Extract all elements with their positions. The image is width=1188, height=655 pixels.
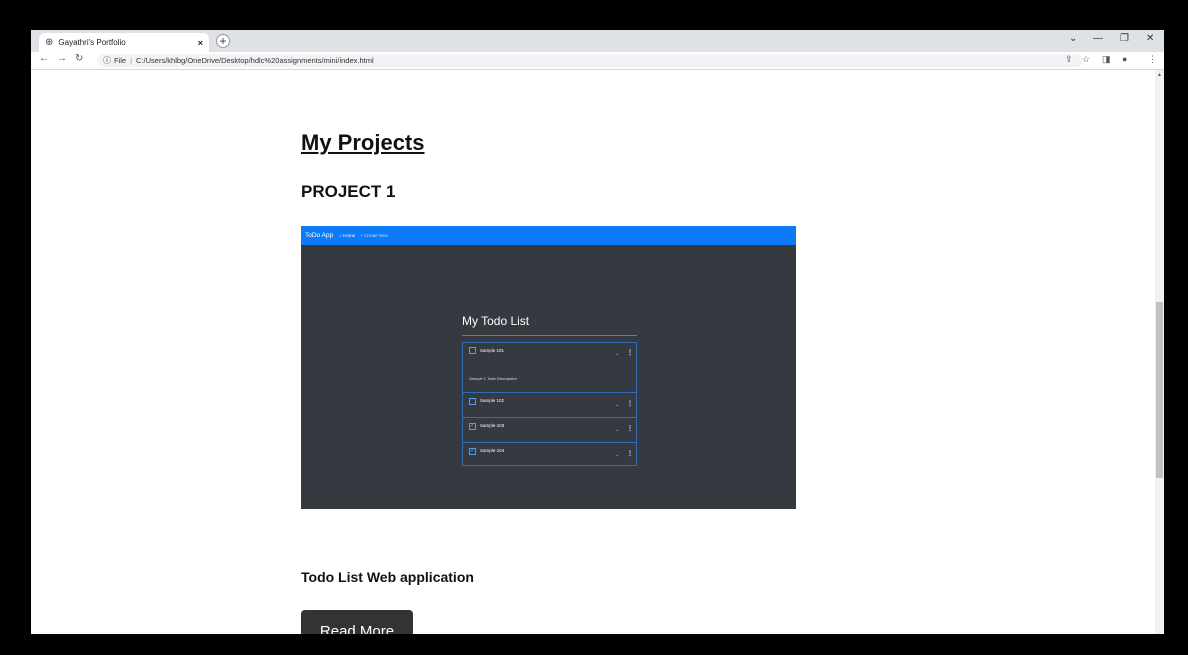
- todo-item: Sample 102 ⌄ ⋮: [463, 393, 636, 418]
- todo-label: Sample 102: [480, 398, 505, 403]
- reload-icon[interactable]: ↻: [75, 53, 83, 64]
- tab-title: Gayathri's Portfolio: [58, 38, 126, 47]
- project-title: PROJECT 1: [301, 182, 396, 201]
- forward-icon[interactable]: →: [57, 53, 67, 64]
- screenshot-todo-list: Sample 101 ⌄ ⋮ Sample 1 Todo Description…: [462, 342, 637, 466]
- todo-description: Sample 1 Todo Description: [469, 376, 517, 381]
- toolbar: ← → ↻ ⓘ File | C:/Users/khlbg/OneDrive/D…: [31, 52, 1164, 70]
- screenshot-brand: ToDo App: [305, 232, 334, 239]
- vertical-scrollbar[interactable]: ▲: [1155, 70, 1164, 634]
- screenshot-nav-create: + Create New: [360, 233, 388, 238]
- tab-close-icon[interactable]: ×: [198, 38, 203, 48]
- address-separator: |: [130, 56, 133, 65]
- project-name: Todo List Web application: [301, 569, 474, 585]
- info-icon[interactable]: ⓘ: [103, 55, 111, 66]
- kebab-icon: ⋮: [627, 350, 633, 356]
- todo-checkbox: [469, 347, 476, 354]
- todo-label: Sample 101: [480, 348, 505, 353]
- todo-checkbox: [469, 398, 476, 405]
- todo-label: Sample-104: [480, 448, 505, 453]
- globe-icon: ⊕: [45, 36, 54, 48]
- kebab-icon: ⋮: [627, 426, 633, 432]
- bookmark-star-icon[interactable]: ☆: [1082, 54, 1090, 65]
- screenshot-nav-create-label: Create New: [364, 233, 388, 238]
- side-panel-icon[interactable]: ◨: [1102, 54, 1111, 65]
- active-tab[interactable]: ⊕ Gayathri's Portfolio ×: [39, 33, 209, 52]
- screenshot-heading: My Todo List: [462, 314, 530, 328]
- todo-item: Sample 101 ⌄ ⋮ Sample 1 Todo Description: [463, 343, 636, 393]
- section-title: My Projects: [301, 130, 425, 155]
- read-more-button[interactable]: Read More: [301, 610, 413, 634]
- tab-bar: ⊕ Gayathri's Portfolio × + ⌄ — ❐ ✕: [31, 30, 1164, 52]
- project-screenshot: ToDo App ⌂ Home + Create New My Todo Lis…: [301, 226, 796, 509]
- new-tab-button[interactable]: +: [216, 34, 230, 48]
- address-url: C:/Users/khlbg/OneDrive/Desktop/hdlc%20a…: [136, 56, 374, 65]
- screenshot-navbar: ToDo App ⌂ Home + Create New: [301, 226, 796, 245]
- todo-item: Sample-103 ⌄ ⋮: [463, 418, 636, 443]
- todo-label: Sample-103: [480, 423, 505, 428]
- kebab-icon: ⋮: [627, 401, 633, 407]
- restore-icon[interactable]: ❐: [1120, 33, 1129, 44]
- page-viewport: My Projects PROJECT 1 ToDo App ⌂ Home + …: [31, 70, 1155, 634]
- window-close-icon[interactable]: ✕: [1146, 33, 1154, 44]
- address-bar[interactable]: ⓘ File | C:/Users/khlbg/OneDrive/Desktop…: [97, 54, 1083, 67]
- todo-item: Sample-104 ⌄ ⋮: [463, 443, 636, 465]
- minimize-icon[interactable]: —: [1093, 33, 1103, 44]
- menu-kebab-icon[interactable]: ⋮: [1148, 54, 1157, 65]
- share-icon[interactable]: ⇪: [1065, 54, 1073, 65]
- profile-avatar-icon[interactable]: ●: [1122, 54, 1127, 64]
- browser-window: ⊕ Gayathri's Portfolio × + ⌄ — ❐ ✕ ← → ↻…: [31, 30, 1164, 634]
- chevron-down-icon: ⌄: [615, 452, 620, 458]
- address-scheme-label: File: [114, 56, 127, 65]
- screenshot-divider: [462, 335, 637, 336]
- chevron-down-icon: ⌄: [615, 427, 620, 433]
- kebab-icon: ⋮: [627, 451, 633, 457]
- chevron-down-icon: ⌄: [615, 402, 620, 408]
- back-icon[interactable]: ←: [39, 53, 49, 64]
- screenshot-nav-home-label: Home: [343, 233, 356, 238]
- todo-checkbox-checked: [469, 421, 476, 430]
- scroll-up-icon[interactable]: ▲: [1157, 72, 1162, 78]
- scrollbar-thumb[interactable]: [1156, 302, 1163, 478]
- todo-checkbox-checked: [469, 446, 476, 455]
- screenshot-nav-home: ⌂ Home: [339, 233, 356, 238]
- tab-search-icon[interactable]: ⌄: [1069, 33, 1077, 44]
- chevron-down-icon: ⌄: [615, 351, 620, 357]
